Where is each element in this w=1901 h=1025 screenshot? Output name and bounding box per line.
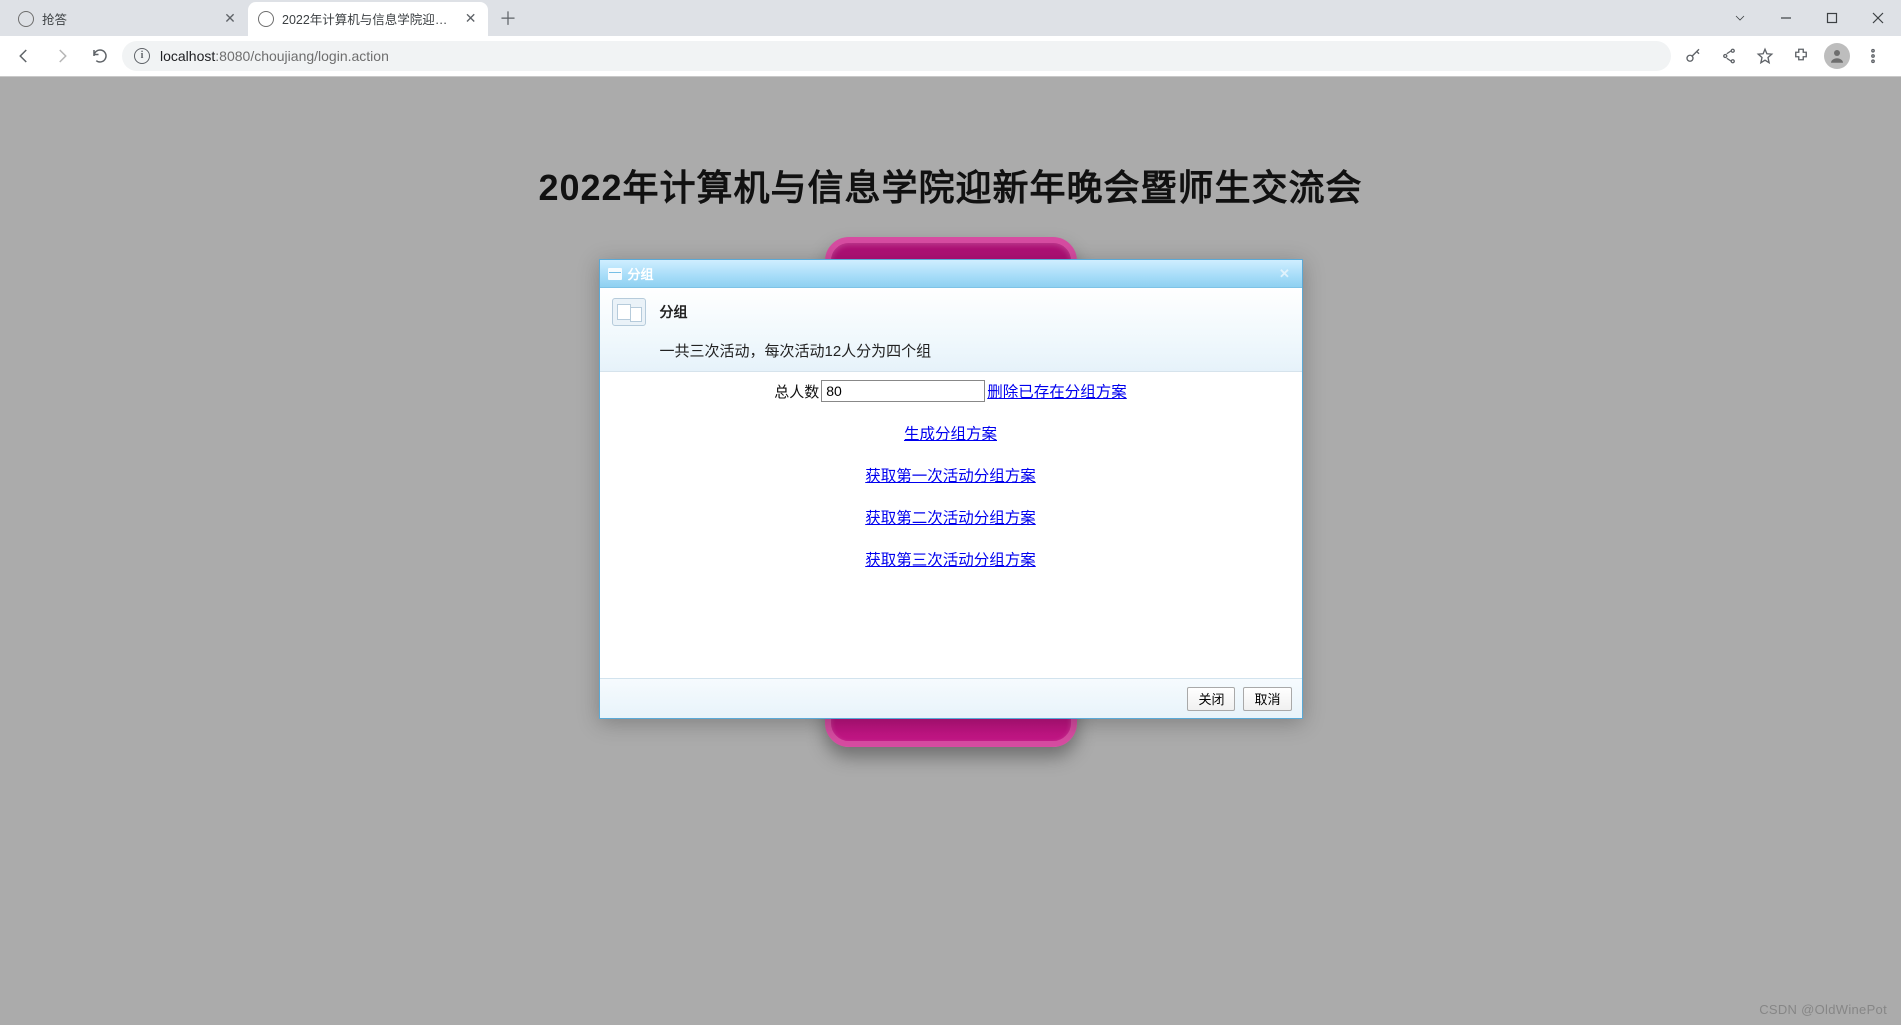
tab-search-button[interactable] <box>1717 3 1763 33</box>
modal-close-icon[interactable]: ✕ <box>1276 266 1294 282</box>
toolbar-right <box>1677 40 1893 72</box>
window-close-button[interactable] <box>1855 3 1901 33</box>
get-plan-1-link[interactable]: 获取第一次活动分组方案 <box>865 468 1036 485</box>
tab-title: 2022年计算机与信息学院迎新年... <box>282 9 455 28</box>
browser-chrome: 抢答 ✕ 2022年计算机与信息学院迎新年... ✕ ＋ i localhost… <box>0 0 1901 77</box>
reload-button[interactable] <box>84 40 116 72</box>
form-icon <box>612 298 646 326</box>
modal-header: 分组 一共三次活动，每次活动12人分为四个组 <box>600 288 1302 372</box>
address-bar: i localhost:8080/choujiang/login.action <box>0 36 1901 76</box>
total-label: 总人数 <box>774 381 819 402</box>
delete-plan-link[interactable]: 删除已存在分组方案 <box>987 380 1127 402</box>
total-input[interactable] <box>821 380 985 402</box>
password-key-icon[interactable] <box>1677 40 1709 72</box>
tab-strip: 抢答 ✕ 2022年计算机与信息学院迎新年... ✕ ＋ <box>0 0 1901 36</box>
globe-icon <box>258 11 274 27</box>
forward-button[interactable] <box>46 40 78 72</box>
globe-icon <box>18 11 34 27</box>
modal-description: 一共三次活动，每次活动12人分为四个组 <box>612 340 1290 361</box>
profile-button[interactable] <box>1821 40 1853 72</box>
avatar-icon <box>1824 43 1850 69</box>
close-icon[interactable]: ✕ <box>463 11 478 27</box>
modal-titlebar[interactable]: 分组 ✕ <box>600 260 1302 288</box>
window-icon <box>608 268 622 280</box>
minimize-button[interactable] <box>1763 3 1809 33</box>
share-icon[interactable] <box>1713 40 1745 72</box>
url-text: localhost:8080/choujiang/login.action <box>160 48 389 64</box>
get-plan-3-link[interactable]: 获取第三次活动分组方案 <box>865 552 1036 569</box>
maximize-button[interactable] <box>1809 3 1855 33</box>
back-button[interactable] <box>8 40 40 72</box>
group-modal: 分组 ✕ 分组 一共三次活动，每次活动12人分为四个组 总人数 删除已存在分组方… <box>599 259 1303 719</box>
tab-0[interactable]: 抢答 ✕ <box>8 2 248 36</box>
modal-footer: 关闭 取消 <box>600 678 1302 718</box>
close-button[interactable]: 关闭 <box>1187 687 1235 711</box>
modal-overlay: 分组 ✕ 分组 一共三次活动，每次活动12人分为四个组 总人数 删除已存在分组方… <box>0 77 1901 1025</box>
menu-button[interactable] <box>1857 40 1889 72</box>
generate-plan-link[interactable]: 生成分组方案 <box>904 426 997 443</box>
modal-window-title: 分组 <box>628 264 654 283</box>
omnibox[interactable]: i localhost:8080/choujiang/login.action <box>122 41 1671 71</box>
bookmark-star-icon[interactable] <box>1749 40 1781 72</box>
window-controls <box>1717 0 1901 36</box>
get-plan-2-link[interactable]: 获取第二次活动分组方案 <box>865 510 1036 527</box>
extensions-icon[interactable] <box>1785 40 1817 72</box>
close-icon[interactable]: ✕ <box>222 11 238 27</box>
site-info-icon[interactable]: i <box>134 48 150 64</box>
modal-header-title: 分组 <box>660 302 688 322</box>
watermark: CSDN @OldWinePot <box>1759 1002 1887 1017</box>
tab-title: 抢答 <box>42 9 214 28</box>
modal-body: 总人数 删除已存在分组方案 生成分组方案 获取第一次活动分组方案 获取第二次活动… <box>600 372 1302 678</box>
page-viewport: 2022年计算机与信息学院迎新年晚会暨师生交流会 分组 ✕ 分组 一共三次活动，… <box>0 77 1901 1025</box>
new-tab-button[interactable]: ＋ <box>494 4 522 32</box>
tab-1[interactable]: 2022年计算机与信息学院迎新年... ✕ <box>248 2 488 36</box>
cancel-button[interactable]: 取消 <box>1243 687 1291 711</box>
